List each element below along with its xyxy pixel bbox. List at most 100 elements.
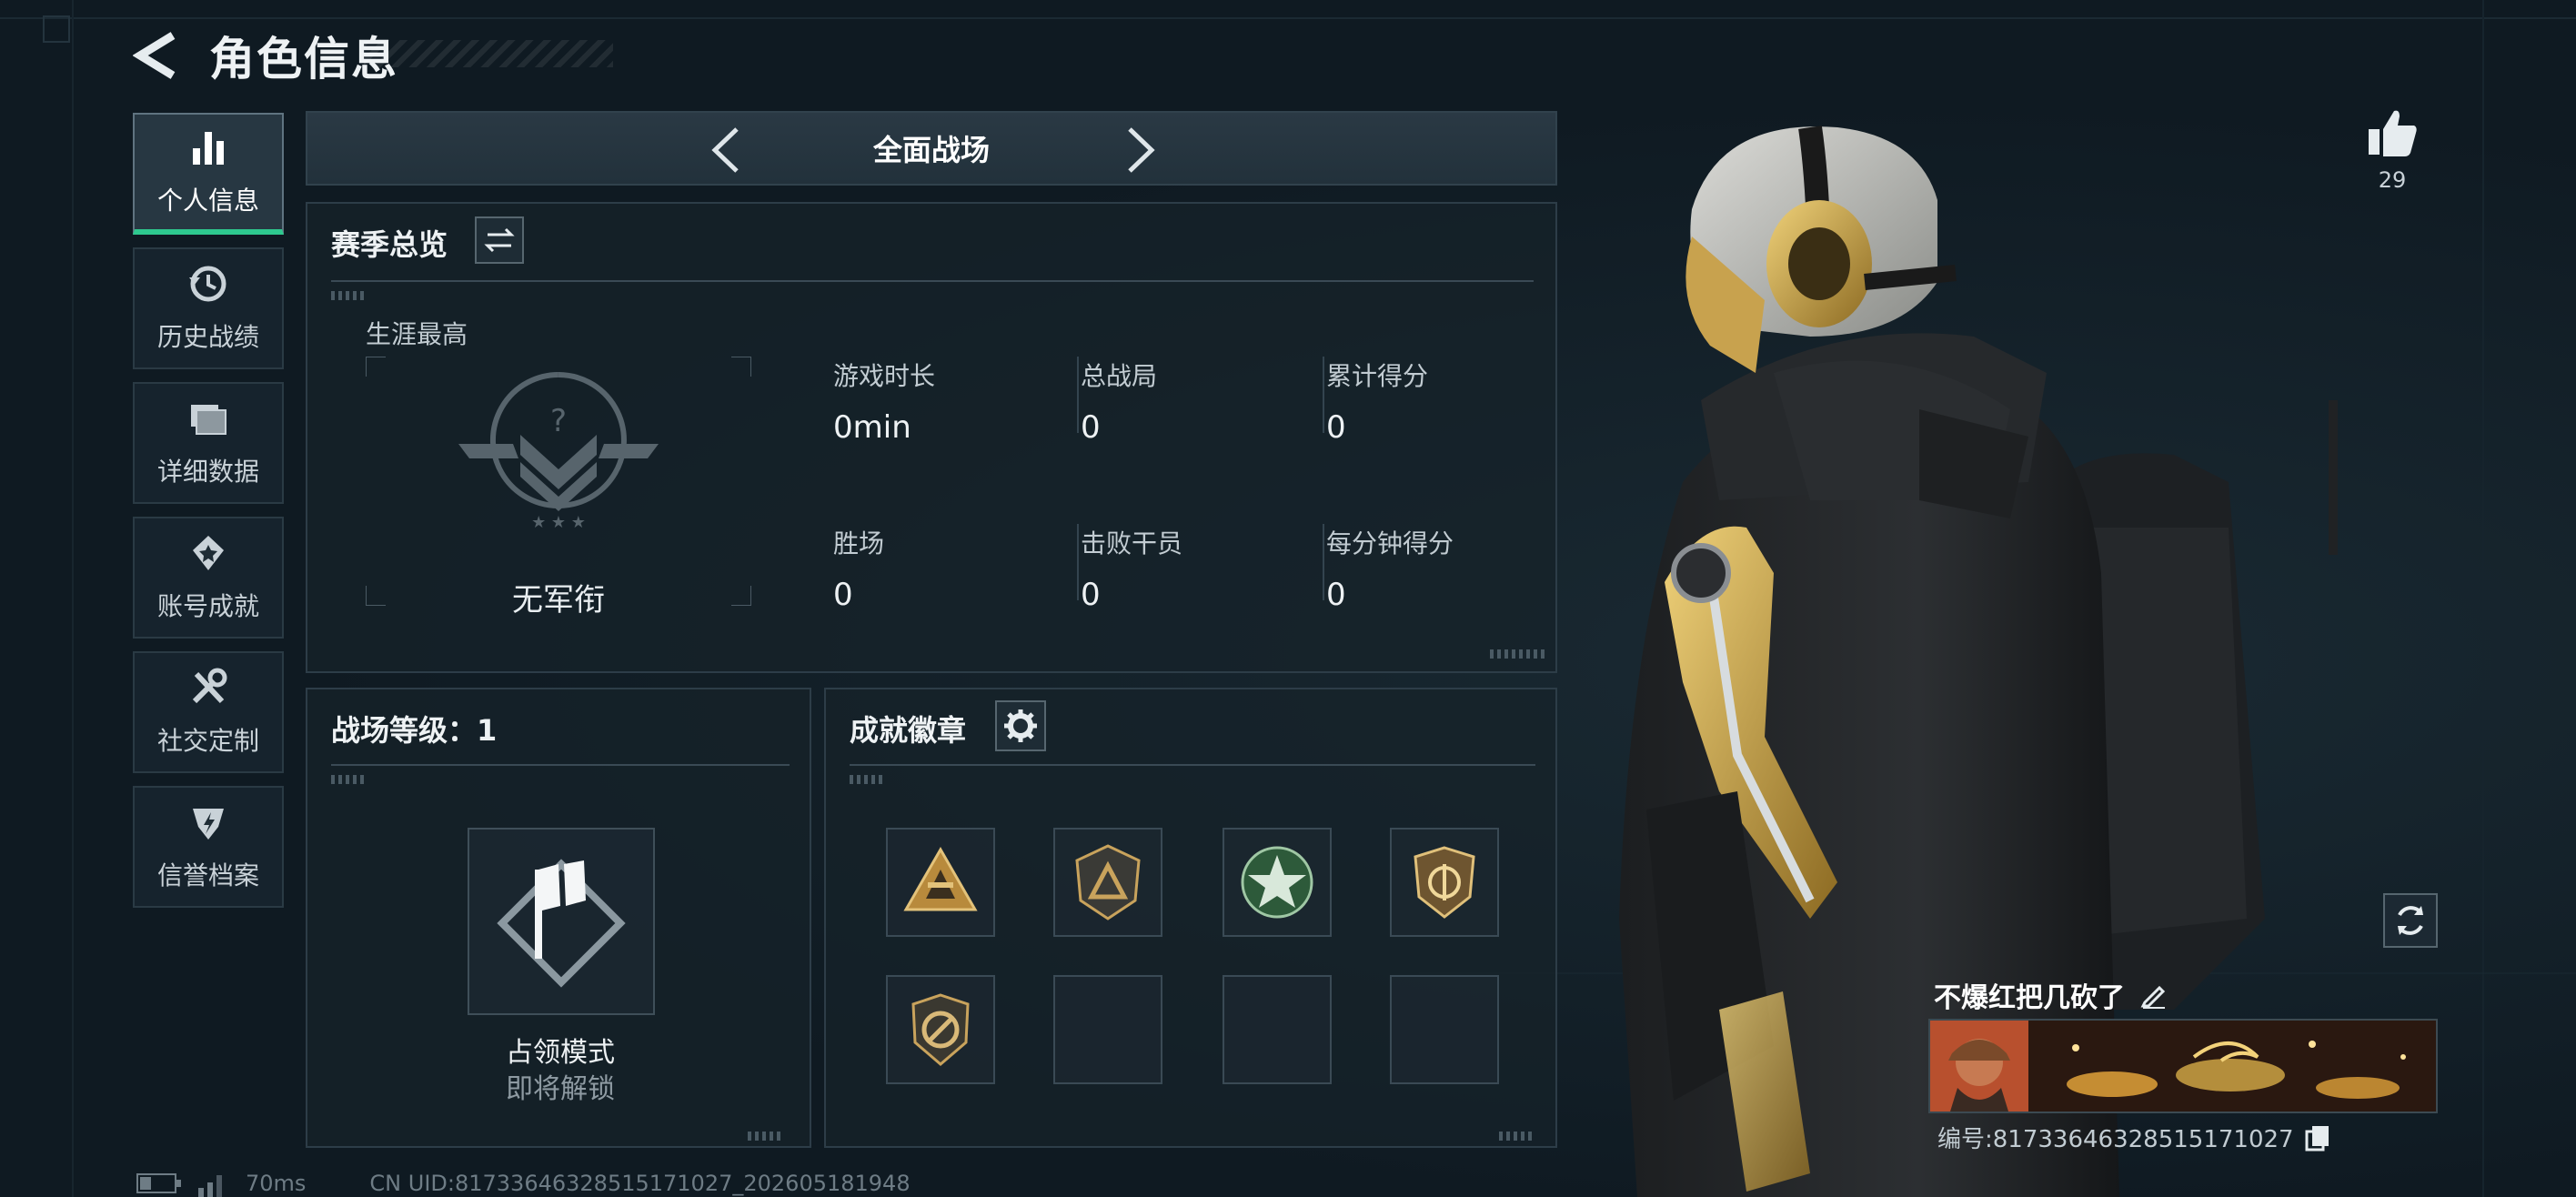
divider	[1323, 524, 1324, 600]
stat-score-per-minute: 每分钟得分 0	[1326, 524, 1454, 613]
stat-label: 总战局	[1081, 361, 1158, 391]
gold-shield-badge-icon	[1414, 846, 1475, 919]
sidebar-item-label: 历史战绩	[156, 322, 259, 352]
divider	[850, 764, 1535, 766]
achievement-badges-title: 成就徽章	[850, 713, 967, 748]
sidebar-item-achievements[interactable]: 账号成就	[133, 517, 284, 639]
career-best-label: 生涯最高	[366, 319, 468, 349]
season-overview-panel: 赛季总览 生涯最高 ? ★ ★ ★ 无军衔 游戏时长 0min 总战局 0 累计…	[306, 202, 1557, 673]
divider	[331, 280, 1534, 282]
badge-slot[interactable]	[886, 828, 995, 937]
triangle-shield-badge-icon	[1075, 844, 1141, 920]
gold-triangle-badge-icon	[903, 846, 978, 911]
badge-slot-empty[interactable]	[1053, 975, 1162, 1084]
like-widget[interactable]: 29	[2365, 107, 2420, 193]
tick-decoration	[331, 775, 367, 784]
swap-button[interactable]	[475, 216, 524, 264]
sidebar-item-social[interactable]: 社交定制	[133, 651, 284, 773]
battlefield-level-title: 战场等级：1	[331, 713, 498, 748]
stat-value: 0	[1326, 577, 1346, 613]
header: 角色信息	[133, 25, 398, 86]
stat-label: 游戏时长	[833, 361, 936, 391]
stat-value: 0	[1081, 577, 1101, 613]
stat-total-score: 累计得分 0	[1326, 357, 1428, 446]
rank-label: 无军衔	[512, 582, 605, 619]
sidebar-item-personal-info[interactable]: 个人信息	[133, 113, 284, 235]
refresh-icon	[2398, 906, 2423, 935]
tick-decoration	[748, 1132, 784, 1141]
sidebar-item-label: 账号成就	[156, 591, 259, 621]
season-overview-title: 赛季总览	[331, 227, 448, 262]
namecard-art	[1930, 1021, 2436, 1112]
chevron-left-icon[interactable]	[708, 126, 744, 175]
player-namecard[interactable]	[1928, 1019, 2438, 1113]
player-id: 编号:817336463285151710​27	[1937, 1126, 2294, 1153]
signal-icon	[198, 1175, 222, 1197]
mode-name: 占领模式	[506, 1037, 615, 1069]
divider	[1077, 524, 1079, 600]
player-name-row: 不爆红把几砍了	[1934, 975, 2168, 1015]
green-star-badge-icon	[1241, 846, 1313, 919]
mode-status: 即将解锁	[506, 1073, 615, 1105]
swap-arrows-icon	[484, 227, 515, 253]
badge-slot-empty[interactable]	[1390, 975, 1499, 1084]
stat-label: 每分钟得分	[1326, 528, 1454, 558]
achievement-icon	[193, 536, 224, 570]
tick-decoration	[331, 291, 367, 300]
badge-slot-empty[interactable]	[1223, 975, 1332, 1084]
sidebar-item-detailed-data[interactable]: 详细数据	[133, 382, 284, 504]
badge-slot[interactable]	[886, 975, 995, 1084]
sidebar-item-label: 详细数据	[156, 457, 259, 487]
tick-decoration	[1499, 1132, 1535, 1141]
chevron-right-icon[interactable]	[1122, 126, 1159, 175]
svg-text:★ ★ ★: ★ ★ ★	[531, 513, 586, 531]
badge-settings-button[interactable]	[995, 700, 1046, 751]
folder-icon	[191, 405, 226, 435]
back-arrow-icon[interactable]	[133, 30, 180, 81]
svg-text:?: ?	[550, 403, 567, 439]
edit-pencil-icon[interactable]	[2139, 981, 2168, 1010]
mode-title: 全面战场	[872, 133, 990, 167]
badge-slot[interactable]	[1390, 828, 1499, 937]
bar-chart-icon	[193, 132, 224, 165]
sidebar-item-label: 社交定制	[156, 726, 259, 756]
history-icon	[189, 266, 226, 302]
stat-value: 0	[1326, 409, 1346, 446]
tick-decoration	[1490, 649, 1545, 659]
uid-text: CN UID:817336463285151710​27_20260518194…	[369, 1171, 911, 1196]
sidebar: 个人信息 历史战绩 详细数据 账号成就 社交定制 信誉档案	[133, 113, 286, 920]
tools-icon	[192, 668, 227, 704]
battery-icon	[136, 1173, 181, 1193]
battlefield-level-panel: 战场等级：1 占领模式 即将解锁	[306, 688, 811, 1148]
sidebar-item-label: 信誉档案	[156, 860, 259, 890]
divider	[1077, 357, 1079, 433]
badge-slot[interactable]	[1053, 828, 1162, 937]
player-name: 不爆红把几砍了	[1934, 982, 2125, 1014]
credit-badge-icon	[193, 809, 224, 840]
capture-mode-card[interactable]	[468, 828, 655, 1015]
status-bar: 70ms CN UID:817336463285151710​27_202605…	[136, 1170, 911, 1197]
gear-icon	[1004, 709, 1037, 742]
stat-wins: 胜场 0	[833, 524, 884, 613]
copy-icon[interactable]	[2305, 1124, 2330, 1152]
tick-decoration	[850, 775, 886, 784]
sidebar-item-credit[interactable]: 信誉档案	[133, 786, 284, 908]
stat-label: 击败干员	[1081, 528, 1183, 558]
stat-label: 胜场	[833, 528, 885, 558]
stat-play-time: 游戏时长 0min	[833, 357, 935, 446]
thumbs-up-icon	[2369, 110, 2417, 156]
stat-operator-kills: 击败干员 0	[1081, 524, 1182, 613]
refresh-button[interactable]	[2383, 893, 2438, 948]
stat-value: 0	[1081, 409, 1101, 446]
player-id-row: 编号:817336463285151710​27	[1937, 1121, 2330, 1154]
rank-frame: ? ★ ★ ★ 无军衔	[366, 357, 751, 619]
divider	[331, 764, 790, 766]
stat-label: 累计得分	[1326, 361, 1429, 391]
no-symbol-badge-icon	[911, 993, 970, 1066]
capture-flag-icon	[497, 859, 626, 988]
sidebar-item-label: 个人信息	[156, 186, 259, 216]
achievement-badges-panel: 成就徽章	[824, 688, 1557, 1148]
sidebar-item-history[interactable]: 历史战绩	[133, 247, 284, 369]
badge-slot[interactable]	[1223, 828, 1332, 937]
stat-value: 0	[833, 577, 853, 613]
